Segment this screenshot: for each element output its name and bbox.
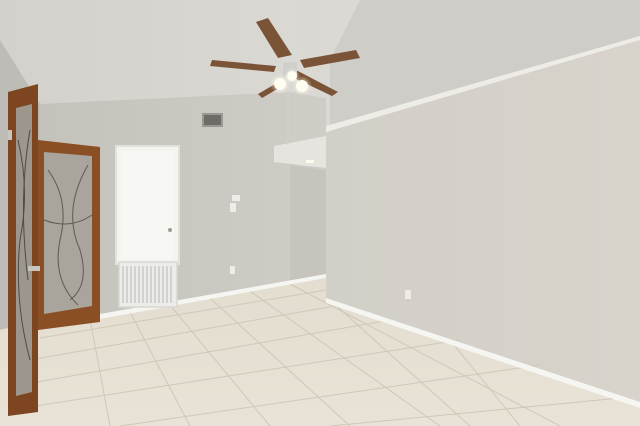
thermostat <box>232 195 240 201</box>
outlet <box>230 266 235 274</box>
ceiling-vent-icon <box>202 113 223 127</box>
room-photo <box>0 0 640 426</box>
glass-panel <box>44 152 92 314</box>
closet-door-knob[interactable] <box>168 228 172 232</box>
return-vent <box>118 261 178 308</box>
closet-door[interactable] <box>115 145 180 265</box>
door-handle[interactable] <box>28 266 40 271</box>
glass-panel-near <box>16 104 32 396</box>
hallway-light <box>306 160 314 163</box>
outlet-right-wall <box>405 290 411 299</box>
hallway-opening <box>290 165 326 285</box>
french-door-near[interactable] <box>8 84 40 416</box>
french-door-open[interactable] <box>38 140 100 330</box>
light-switch[interactable] <box>230 203 236 212</box>
door-hinge <box>8 130 12 140</box>
